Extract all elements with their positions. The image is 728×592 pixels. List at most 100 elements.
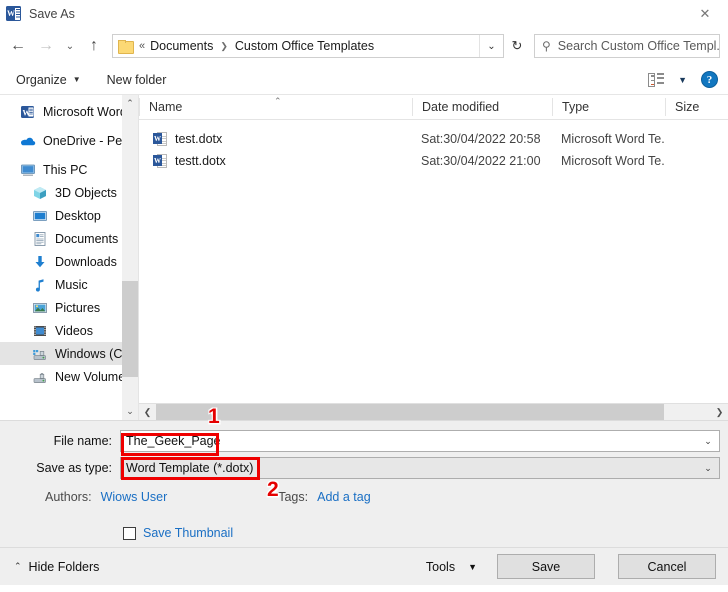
file-rows: W test.dotx Sat:30/04/2022 20:58 Microso… (139, 120, 728, 172)
scrollbar-thumb[interactable] (122, 281, 138, 377)
sort-ascending-icon: ⌃ (274, 96, 282, 106)
tags-group: Tags: Add a tag (278, 490, 370, 504)
view-layout-icon[interactable] (648, 72, 665, 87)
cancel-button[interactable]: Cancel (618, 554, 716, 579)
annotation-number-2: 2 (267, 478, 279, 501)
tags-label: Tags: (278, 490, 309, 504)
save-thumbnail-label[interactable]: Save Thumbnail (143, 526, 233, 540)
sidebar-item-new-volume-d[interactable]: New Volume (D:) (0, 365, 138, 388)
chevron-down-icon: ▼ (72, 75, 81, 84)
sidebar-item-label: Videos (55, 323, 93, 338)
refresh-icon[interactable]: ↻ (504, 34, 530, 58)
hide-folders-label: Hide Folders (28, 559, 100, 574)
window-title: Save As (29, 6, 75, 21)
file-date-cell: Sat:30/04/2022 21:00 (421, 154, 541, 168)
add-a-tag-link[interactable]: Add a tag (317, 490, 371, 504)
search-placeholder: Search Custom Office Templ... (557, 39, 719, 53)
sidebar-item-documents[interactable]: Documents (0, 227, 138, 250)
chevron-down-icon: ▼ (468, 561, 477, 572)
navigation-pane: W Microsoft Word OneDrive - Person This … (0, 95, 138, 420)
word-template-file-icon: W (153, 131, 168, 147)
organize-button[interactable]: Organize ▼ (16, 73, 81, 87)
scroll-down-icon[interactable]: ⌄ (122, 403, 138, 420)
download-arrow-icon (32, 254, 48, 270)
column-header-size[interactable]: Size (665, 98, 713, 116)
authors-label: Authors: (45, 490, 92, 504)
hide-folders-button[interactable]: ⌃ Hide Folders (14, 560, 99, 574)
command-bar: Organize ▼ New folder ▼ ? (0, 65, 728, 95)
title-bar: W Save As ✕ (0, 0, 728, 27)
sidebar-item-label: 3D Objects (55, 185, 117, 200)
sidebar-item-3d-objects[interactable]: 3D Objects (0, 181, 138, 204)
forward-button[interactable]: → (32, 32, 60, 60)
word-template-file-icon: W (153, 153, 168, 169)
close-icon[interactable]: ✕ (682, 0, 728, 27)
navigation-bar: ← → ⌄ ↑ « Documents ❯ Custom Office Temp… (0, 27, 728, 65)
cloud-icon (20, 133, 36, 149)
folder-icon (118, 40, 134, 54)
save-as-type-field[interactable]: Word Template (*.dotx) ⌄ (120, 457, 720, 479)
scrollbar-thumb[interactable] (156, 403, 664, 421)
file-name-cell[interactable]: W testt.dotx (139, 153, 412, 169)
chevron-down-icon[interactable]: ⌄ (479, 35, 503, 57)
breadcrumb-item-documents[interactable]: Documents (150, 39, 213, 53)
save-thumbnail-row[interactable]: Save Thumbnail (0, 526, 728, 540)
new-folder-button[interactable]: New folder (107, 73, 167, 87)
sidebar-item-onedrive-personal[interactable]: OneDrive - Person (0, 129, 138, 152)
scroll-left-icon[interactable]: ❮ (139, 404, 156, 421)
video-icon (32, 323, 48, 339)
sidebar-item-windows-c[interactable]: Windows (C:) (0, 342, 138, 365)
column-header-date-modified[interactable]: Date modified (412, 98, 552, 116)
tools-button[interactable]: Tools ▼ (426, 560, 477, 574)
hard-drive-icon (32, 346, 48, 362)
sidebar-item-microsoft-word[interactable]: W Microsoft Word (0, 100, 138, 123)
scroll-up-icon[interactable]: ⌃ (122, 95, 138, 112)
sidebar-item-pictures[interactable]: Pictures (0, 296, 138, 319)
column-headers: ⌃ Name Date modified Type Size (139, 95, 728, 120)
table-row[interactable]: W testt.dotx Sat:30/04/2022 21:00 Micros… (139, 150, 728, 172)
save-thumbnail-checkbox[interactable] (123, 526, 136, 540)
breadcrumb-item-custom-office-templates[interactable]: Custom Office Templates (235, 39, 374, 53)
recent-locations-button[interactable]: ⌄ (60, 32, 80, 60)
breadcrumb-overflow-icon[interactable]: « (139, 40, 145, 52)
sidebar-item-desktop[interactable]: Desktop (0, 204, 138, 227)
file-name-field[interactable]: The_Geek_Page ⌄ (120, 430, 720, 452)
save-as-type-value[interactable]: Word Template (*.dotx) (121, 461, 697, 475)
horizontal-scrollbar[interactable]: ❮ ❯ (139, 403, 728, 421)
music-note-icon (32, 277, 48, 293)
chevron-down-icon[interactable]: ⌄ (697, 431, 719, 451)
column-header-type[interactable]: Type (552, 98, 665, 116)
chevron-down-icon[interactable]: ⌄ (697, 458, 719, 478)
sidebar-scrollbar[interactable]: ⌃ ⌄ (122, 95, 138, 420)
sidebar-item-music[interactable]: Music (0, 273, 138, 296)
file-name-value[interactable]: The_Geek_Page (121, 434, 697, 448)
search-input[interactable]: ⚲ Search Custom Office Templ... (534, 34, 720, 58)
address-bar[interactable]: « Documents ❯ Custom Office Templates ⌄ (112, 34, 504, 58)
back-button[interactable]: ← (4, 32, 32, 60)
authors-value[interactable]: Wiows User (101, 490, 168, 504)
scroll-right-icon[interactable]: ❯ (711, 404, 728, 421)
sidebar-item-label: Microsoft Word (43, 104, 127, 119)
dialog-footer: ⌃ Hide Folders Tools ▼ Save Cancel (0, 547, 728, 585)
chevron-down-icon[interactable]: ▼ (678, 75, 687, 85)
word-icon: W (20, 104, 36, 120)
up-button[interactable]: ↑ (80, 32, 108, 60)
file-name-text: testt.dotx (175, 154, 226, 168)
sidebar-item-label: Downloads (55, 254, 117, 269)
sidebar-item-downloads[interactable]: Downloads (0, 250, 138, 273)
sidebar-item-this-pc[interactable]: This PC (0, 158, 138, 181)
save-button[interactable]: Save (497, 554, 595, 579)
picture-icon (32, 300, 48, 316)
sidebar-item-videos[interactable]: Videos (0, 319, 138, 342)
authors-group: Authors: Wiows User (45, 490, 167, 504)
sidebar-item-label: Desktop (55, 208, 101, 223)
organize-label: Organize (16, 72, 67, 87)
table-row[interactable]: W test.dotx Sat:30/04/2022 20:58 Microso… (139, 128, 728, 150)
monitor-icon (20, 162, 36, 178)
new-folder-label: New folder (106, 72, 167, 87)
dialog-body: W Microsoft Word OneDrive - Person This … (0, 95, 728, 421)
breadcrumb-separator-icon: ❯ (220, 40, 228, 51)
search-icon: ⚲ (542, 39, 551, 53)
help-icon[interactable]: ? (701, 71, 718, 88)
file-name-cell[interactable]: W test.dotx (139, 131, 412, 147)
